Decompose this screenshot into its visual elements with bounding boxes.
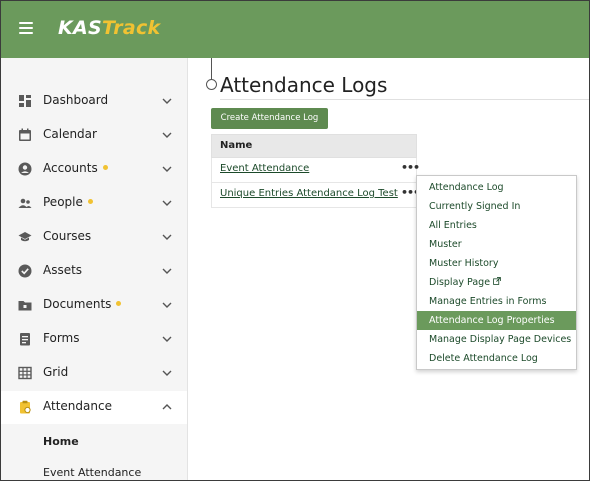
attendance-log-link[interactable]: Event Attendance bbox=[220, 163, 309, 174]
attendance-log-table: Name Event Attendance ••• Unique Entries… bbox=[211, 134, 420, 208]
dashboard-icon bbox=[19, 95, 31, 107]
sidebar-item-documents[interactable]: Documents bbox=[1, 289, 187, 322]
account-icon bbox=[18, 162, 32, 176]
menu-item-manage-entries-in-forms[interactable]: Manage Entries in Forms bbox=[417, 292, 576, 311]
logo-track: Track bbox=[102, 17, 161, 39]
menu-item-currently-signed-in[interactable]: Currently Signed In bbox=[417, 197, 576, 216]
form-icon bbox=[20, 333, 30, 346]
sidebar: Dashboard Calendar Accounts People Cours… bbox=[1, 58, 188, 480]
app-logo[interactable]: KASTrack bbox=[58, 17, 160, 39]
chevron-down-icon[interactable] bbox=[161, 231, 173, 243]
sidebar-item-people[interactable]: People bbox=[1, 187, 187, 220]
table-row: Unique Entries Attendance Log Test ••• bbox=[211, 183, 420, 208]
chevron-up-icon[interactable] bbox=[161, 401, 173, 413]
chevron-down-icon[interactable] bbox=[161, 333, 173, 345]
create-attendance-log-button[interactable]: Create Attendance Log bbox=[211, 108, 328, 129]
hamburger-menu-icon[interactable] bbox=[19, 22, 33, 34]
table-header-name[interactable]: Name bbox=[211, 134, 417, 158]
sidebar-item-accounts[interactable]: Accounts bbox=[1, 153, 187, 186]
sidebar-subitem-home[interactable]: Home bbox=[43, 435, 79, 448]
attendance-log-link[interactable]: Unique Entries Attendance Log Test bbox=[220, 188, 398, 199]
sidebar-item-calendar[interactable]: Calendar bbox=[1, 119, 187, 152]
sidebar-item-grid[interactable]: Grid bbox=[1, 357, 187, 390]
menu-item-muster[interactable]: Muster bbox=[417, 235, 576, 254]
notification-dot bbox=[116, 301, 122, 306]
menu-item-all-entries[interactable]: All Entries bbox=[417, 216, 576, 235]
table-row: Event Attendance ••• bbox=[211, 158, 420, 183]
menu-item-attendance-log[interactable]: Attendance Log bbox=[417, 178, 576, 197]
sidebar-item-courses[interactable]: Courses bbox=[1, 221, 187, 254]
sidebar-item-label: Forms bbox=[43, 331, 80, 345]
sidebar-item-label: Grid bbox=[43, 365, 69, 379]
menu-item-manage-display-page-devices[interactable]: Manage Display Page Devices bbox=[417, 330, 576, 349]
menu-item-display-page[interactable]: Display Page bbox=[417, 273, 576, 292]
clipboard-icon bbox=[20, 400, 31, 414]
top-header: KASTrack bbox=[1, 1, 589, 58]
more-options-icon[interactable]: ••• bbox=[401, 161, 420, 174]
calendar-icon bbox=[19, 128, 31, 141]
sidebar-subitem-event-attendance[interactable]: Event Attendance bbox=[43, 466, 141, 479]
menu-item-muster-history[interactable]: Muster History bbox=[417, 254, 576, 273]
menu-item-attendance-log-properties[interactable]: Attendance Log Properties bbox=[417, 311, 576, 330]
people-icon bbox=[18, 198, 32, 208]
external-link-icon bbox=[493, 277, 501, 285]
menu-item-label: Display Page bbox=[429, 277, 491, 288]
sidebar-item-attendance[interactable]: Attendance bbox=[1, 391, 187, 424]
title-connector-line bbox=[211, 58, 212, 81]
chevron-down-icon[interactable] bbox=[161, 197, 173, 209]
sidebar-item-label: Attendance bbox=[43, 399, 112, 413]
attendance-log-context-menu: Attendance Log Currently Signed In All E… bbox=[416, 175, 577, 370]
title-divider bbox=[220, 99, 589, 100]
chevron-down-icon[interactable] bbox=[161, 95, 173, 107]
sidebar-item-dashboard[interactable]: Dashboard bbox=[1, 85, 187, 118]
menu-item-delete-attendance-log[interactable]: Delete Attendance Log bbox=[417, 349, 576, 368]
title-marker-icon bbox=[206, 79, 217, 90]
sidebar-item-label: Dashboard bbox=[43, 93, 109, 107]
sidebar-item-assets[interactable]: Assets bbox=[1, 255, 187, 288]
page-title: Attendance Logs bbox=[220, 73, 388, 97]
folder-icon bbox=[18, 301, 32, 311]
app-window: KASTrack Dashboard Calendar Accounts Peo… bbox=[0, 0, 590, 481]
chevron-down-icon[interactable] bbox=[161, 265, 173, 277]
chevron-down-icon[interactable] bbox=[161, 129, 173, 141]
sidebar-item-label: Accounts bbox=[43, 161, 108, 175]
notification-dot bbox=[87, 199, 93, 204]
chevron-down-icon[interactable] bbox=[161, 367, 173, 379]
sidebar-item-forms[interactable]: Forms bbox=[1, 323, 187, 356]
sidebar-item-label: Assets bbox=[43, 263, 83, 277]
chevron-down-icon[interactable] bbox=[161, 163, 173, 175]
graduation-cap-icon bbox=[18, 232, 32, 242]
sidebar-item-label: Calendar bbox=[43, 127, 97, 141]
notification-dot bbox=[102, 165, 108, 170]
sidebar-item-label: People bbox=[43, 195, 93, 209]
logo-kas: KAS bbox=[58, 17, 103, 39]
chevron-down-icon[interactable] bbox=[161, 299, 173, 311]
check-circle-icon bbox=[18, 264, 32, 278]
sidebar-item-label: Documents bbox=[43, 297, 122, 311]
sidebar-item-label: Courses bbox=[43, 229, 92, 243]
grid-icon bbox=[18, 366, 32, 380]
